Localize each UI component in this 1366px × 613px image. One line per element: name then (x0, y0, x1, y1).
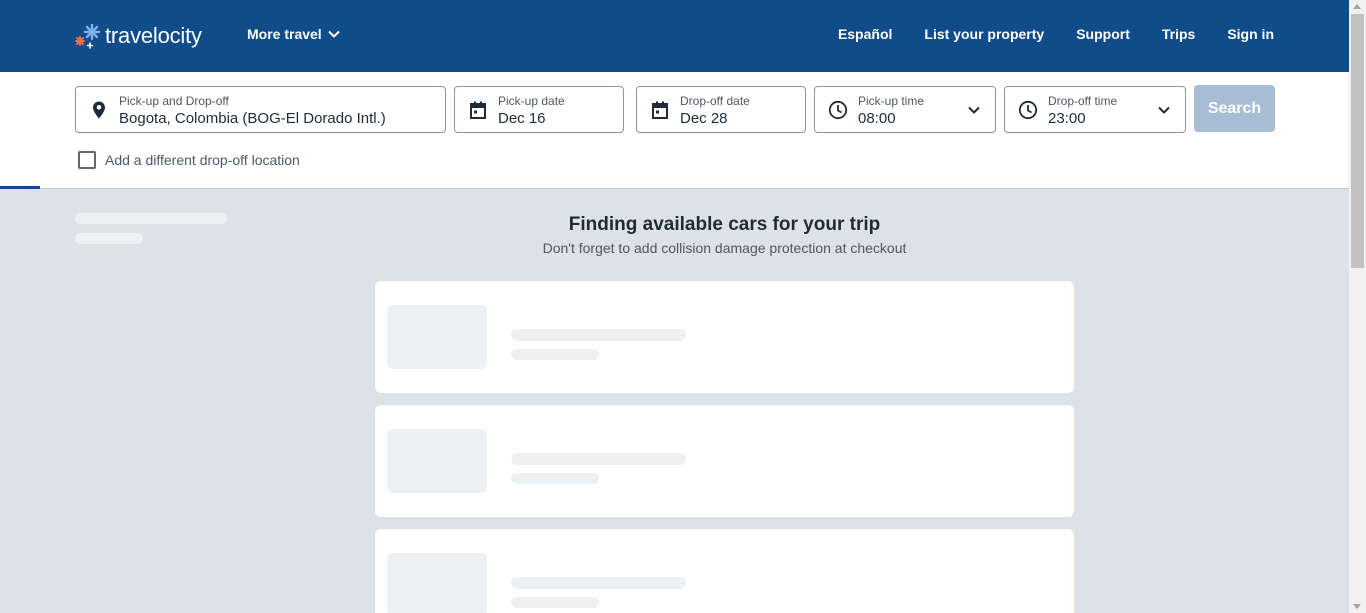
site-header: travelocity More travel Español List you… (0, 0, 1349, 72)
skeleton-thumbnail (387, 429, 487, 493)
skeleton-line (511, 329, 686, 341)
dropoff-date-label: Drop-off date (680, 94, 750, 108)
scrollbar-thumb[interactable] (1351, 14, 1364, 268)
skeleton-line (511, 473, 599, 484)
travelocity-logo[interactable]: travelocity (75, 20, 202, 52)
pickup-date-label: Pick-up date (498, 94, 565, 108)
more-travel-menu[interactable]: More travel (247, 26, 340, 42)
location-value: Bogota, Colombia (BOG-El Dorado Intl.) (119, 110, 386, 127)
different-dropoff-label: Add a different drop-off location (105, 152, 300, 168)
pickup-time-select[interactable]: Pick-up time 08:00 (814, 86, 996, 133)
sidebar-skeleton-line (75, 233, 143, 244)
nav-trips[interactable]: Trips (1162, 26, 1195, 42)
dropoff-date-value: Dec 28 (680, 110, 728, 127)
skeleton-line (511, 597, 599, 608)
logo-text: travelocity (105, 23, 202, 48)
loading-subline: Don't forget to add collision damage pro… (542, 240, 907, 256)
different-dropoff-checkbox[interactable] (78, 151, 96, 169)
vertical-scrollbar[interactable] (1349, 0, 1366, 613)
nav-espanol[interactable]: Español (838, 26, 892, 42)
different-dropoff-option[interactable]: Add a different drop-off location (78, 151, 300, 169)
calendar-icon (652, 101, 668, 119)
skeleton-thumbnail (387, 305, 487, 369)
pickup-date-value: Dec 16 (498, 110, 546, 127)
skeleton-line (511, 453, 686, 465)
chevron-down-icon (327, 30, 340, 38)
result-card-skeleton (375, 529, 1074, 613)
sidebar-skeleton-line (75, 213, 227, 224)
nav-support[interactable]: Support (1076, 26, 1130, 42)
calendar-icon (470, 101, 486, 119)
clock-icon (828, 100, 848, 120)
skeleton-line (511, 349, 599, 360)
pickup-time-label: Pick-up time (858, 94, 925, 108)
pickup-date-field[interactable]: Pick-up date Dec 16 (454, 86, 624, 133)
search-panel: Pick-up and Drop-off Bogota, Colombia (B… (0, 72, 1349, 189)
skeleton-line (511, 577, 686, 589)
result-card-skeleton (375, 405, 1074, 517)
dropoff-date-field[interactable]: Drop-off date Dec 28 (636, 86, 806, 133)
scroll-down-arrow-icon[interactable] (1353, 604, 1361, 609)
header-nav: Español List your property Support Trips… (806, 26, 1274, 42)
loading-progress-bar (0, 186, 40, 189)
pickup-time-value: 08:00 (858, 110, 896, 127)
dropoff-time-value: 23:00 (1048, 110, 1086, 127)
skeleton-thumbnail (387, 553, 487, 613)
chevron-down-icon (968, 106, 980, 114)
clock-icon (1018, 100, 1038, 120)
nav-sign-in[interactable]: Sign in (1227, 26, 1274, 42)
result-card-skeleton (375, 281, 1074, 393)
more-travel-label: More travel (247, 26, 322, 42)
search-button[interactable]: Search (1194, 85, 1275, 132)
nav-list-your-property[interactable]: List your property (924, 26, 1044, 42)
dropoff-time-select[interactable]: Drop-off time 23:00 (1004, 86, 1186, 133)
location-label: Pick-up and Drop-off (119, 94, 229, 108)
location-field[interactable]: Pick-up and Drop-off Bogota, Colombia (B… (75, 86, 446, 133)
scroll-up-arrow-icon[interactable] (1353, 4, 1361, 9)
chevron-down-icon (1158, 106, 1170, 114)
loading-headline: Finding available cars for your trip (568, 214, 881, 235)
location-pin-icon (93, 101, 105, 119)
dropoff-time-label: Drop-off time (1048, 94, 1118, 108)
logo-icon (75, 23, 101, 49)
